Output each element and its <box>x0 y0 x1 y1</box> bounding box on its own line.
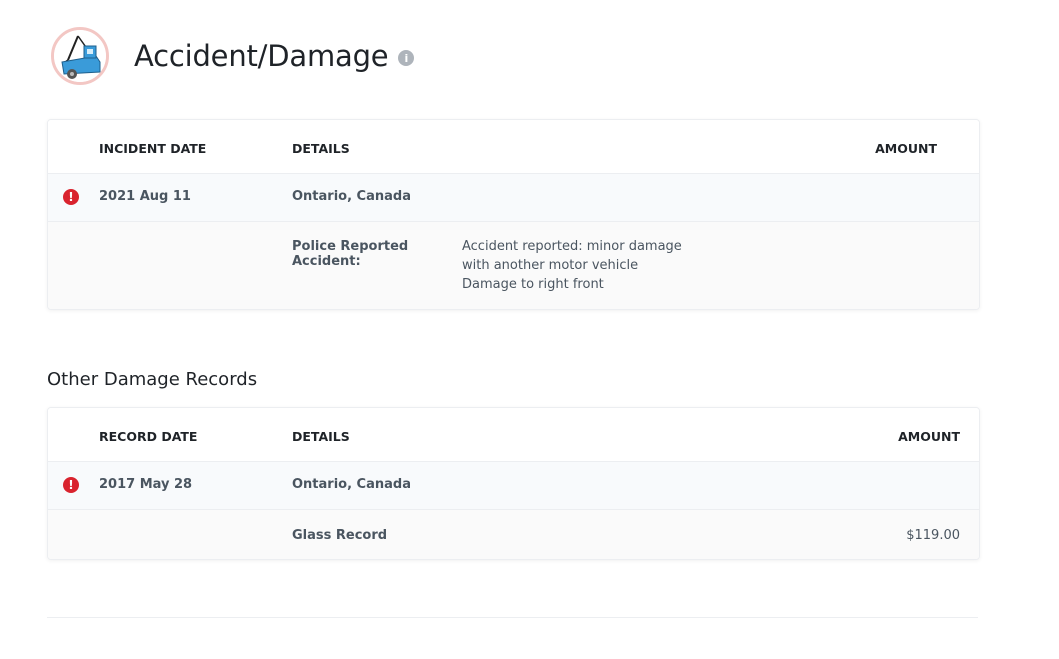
info-icon[interactable]: i <box>398 50 415 66</box>
detail-line: Accident reported: minor damage <box>462 239 682 254</box>
column-header-amount: AMOUNT <box>898 429 960 444</box>
column-header-details: DETAILS <box>292 429 350 444</box>
table-detail-row: Police Reported Accident: Accident repor… <box>48 222 979 309</box>
table-row: ! 2017 May 28 Ontario, Canada <box>48 462 979 510</box>
incident-location: Ontario, Canada <box>292 189 411 204</box>
page-title: Accident/Damage <box>134 39 389 73</box>
other-damage-table: RECORD DATE DETAILS AMOUNT ! 2017 May 28… <box>47 407 980 560</box>
column-header-amount: AMOUNT <box>875 141 937 156</box>
table-detail-row: Glass Record $119.00 <box>48 510 979 559</box>
table-row: ! 2021 Aug 11 Ontario, Canada <box>48 174 979 222</box>
alert-icon: ! <box>63 477 79 493</box>
record-location: Ontario, Canada <box>292 477 411 492</box>
tow-truck-icon <box>51 27 109 85</box>
detail-line: with another motor vehicle <box>462 258 639 273</box>
divider <box>47 617 978 618</box>
detail-line: Damage to right front <box>462 277 604 292</box>
column-header-incident-date: INCIDENT DATE <box>99 141 207 156</box>
incident-date: 2021 Aug 11 <box>99 189 191 204</box>
section-title: Other Damage Records <box>47 369 258 390</box>
record-date: 2017 May 28 <box>99 477 193 492</box>
detail-label: Police Reported Accident: <box>292 239 409 269</box>
column-header-details: DETAILS <box>292 141 350 156</box>
table-header-row: RECORD DATE DETAILS AMOUNT <box>48 408 979 462</box>
glass-record-label: Glass Record <box>292 528 388 543</box>
record-amount: $119.00 <box>906 528 960 543</box>
accident-table: INCIDENT DATE DETAILS AMOUNT ! 2021 Aug … <box>47 119 980 310</box>
police-report-detail: Police Reported Accident: Accident repor… <box>292 239 682 294</box>
detail-lines: Accident reported: minor damage with ano… <box>462 237 682 294</box>
page-header: Accident/Damage i <box>51 25 415 87</box>
alert-icon: ! <box>63 189 79 205</box>
table-header-row: INCIDENT DATE DETAILS AMOUNT <box>48 120 979 174</box>
column-header-record-date: RECORD DATE <box>99 429 198 444</box>
